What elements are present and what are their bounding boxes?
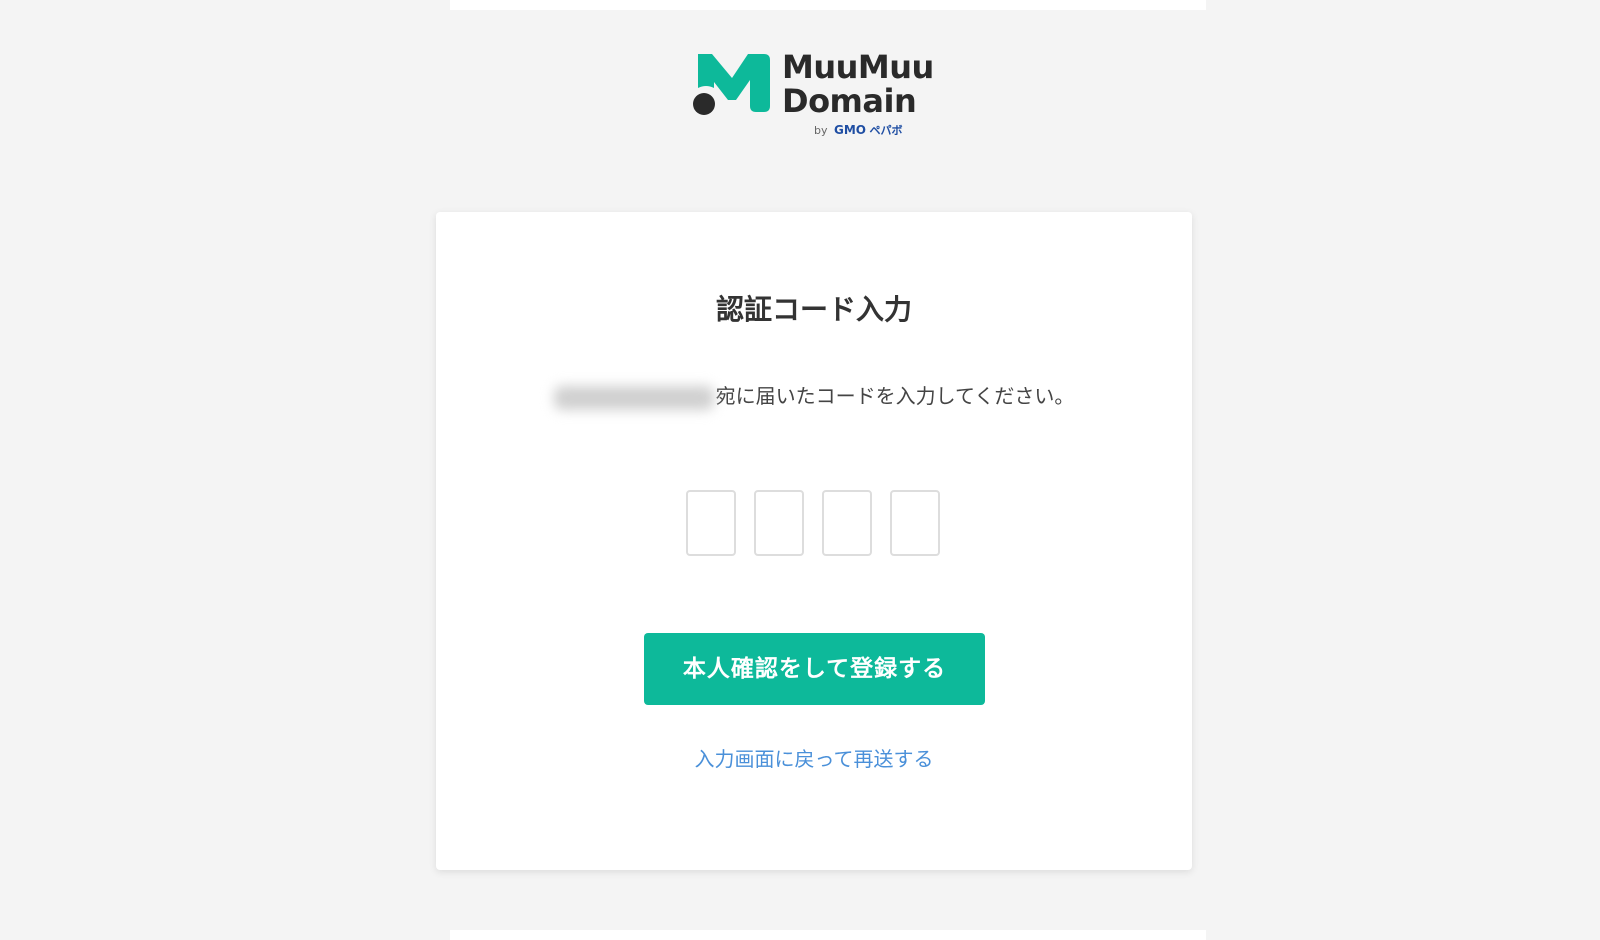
bottom-panel-strip <box>450 930 1206 940</box>
logo-by-text: by <box>814 124 828 137</box>
code-digit-4-input[interactable] <box>890 490 940 556</box>
instruction-suffix: 宛に届いたコードを入力してください。 <box>715 384 1075 408</box>
logo-word-muumuu: MuuMuu <box>782 48 934 86</box>
code-digit-2-input[interactable] <box>754 490 804 556</box>
logo-word-domain: Domain <box>782 82 917 120</box>
redacted-email <box>553 385 714 410</box>
logo-byline: by GMO ペパボ <box>814 123 903 138</box>
verification-card: 認証コード入力 宛に届いたコードを入力してください。 本人確認をして登録する 入… <box>436 212 1192 870</box>
logo-gmo-text: GMO <box>834 123 866 137</box>
instruction-text: 宛に届いたコードを入力してください。 <box>436 382 1192 410</box>
muumuu-m-logo-icon <box>693 54 770 115</box>
code-digit-1-input[interactable] <box>686 490 736 556</box>
code-digit-3-input[interactable] <box>822 490 872 556</box>
logo-pepabo-text: ペパボ <box>869 124 903 137</box>
resend-link[interactable]: 入力画面に戻って再送する <box>436 745 1192 773</box>
code-input-group <box>686 490 942 560</box>
verify-and-register-button[interactable]: 本人確認をして登録する <box>644 633 985 705</box>
logo-wordmark: MuuMuu Domain <box>782 50 934 118</box>
page-title: 認証コード入力 <box>715 293 912 326</box>
top-panel-strip <box>450 0 1206 10</box>
muumuu-domain-logo: MuuMuu Domain by GMO ペパボ <box>692 48 942 140</box>
